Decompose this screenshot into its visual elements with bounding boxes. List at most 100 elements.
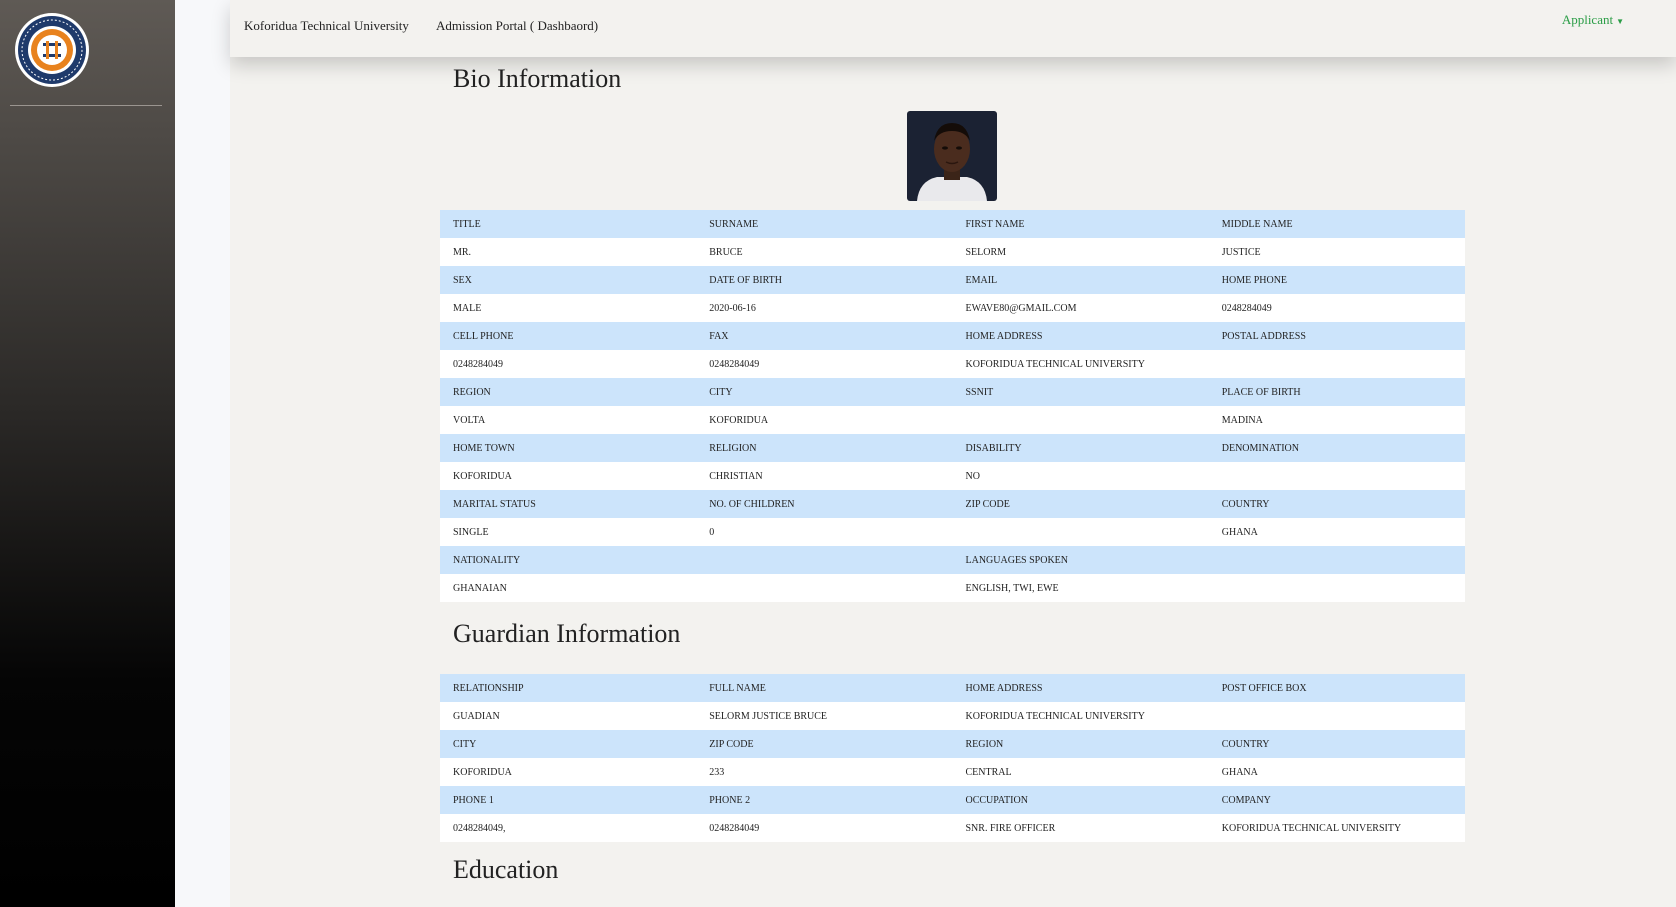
field-label: HOME ADDRESS	[952, 674, 1209, 702]
university-logo[interactable]	[14, 12, 90, 88]
field-label: COMPANY	[1208, 786, 1465, 814]
brand-link[interactable]: Koforidua Technical University	[244, 18, 409, 34]
field-value: MR.	[440, 238, 697, 266]
table-row: MALE 2020-06-16 EWAVE80@GMAIL.COM 024828404…	[440, 294, 1465, 322]
field-value: 233	[696, 758, 953, 786]
field-label: REGION	[440, 378, 697, 406]
chevron-down-icon: ▼	[1616, 16, 1624, 26]
field-label: COUNTRY	[1208, 490, 1465, 518]
field-value	[1208, 702, 1465, 730]
field-value: 0248284049	[440, 350, 697, 378]
main-content: Bio Information TITLE SURNAME FIRST NAME MI…	[230, 57, 1676, 907]
field-label: FIRST NAME	[952, 210, 1209, 238]
field-label: PLACE OF BIRTH	[1208, 378, 1465, 406]
table-header-row: PHONE 1 PHONE 2 OCCUPATION COMPANY	[440, 786, 1465, 814]
field-value: SINGLE	[440, 518, 697, 546]
field-label: CELL PHONE	[440, 322, 697, 350]
field-label: ZIP CODE	[696, 730, 953, 758]
sidebar-gutter	[175, 0, 230, 907]
field-value	[952, 518, 1209, 546]
field-label	[1208, 546, 1465, 574]
field-label: TITLE	[440, 210, 697, 238]
field-label: DISABILITY	[952, 434, 1209, 462]
education-section-title: Education	[453, 855, 559, 884]
table-row: 0248284049 0248284049 KOFORIDUA TECHNICAL …	[440, 350, 1465, 378]
table-header-row: REGION CITY SSNIT PLACE OF BIRTH	[440, 378, 1465, 406]
field-label: EMAIL	[952, 266, 1209, 294]
field-label: MARITAL STATUS	[440, 490, 697, 518]
table-row: GUADIAN SELORM JUSTICE BRUCE KOFORIDUA TEC…	[440, 702, 1465, 730]
field-value	[1208, 350, 1465, 378]
table-row: KOFORIDUA 233 CENTRAL GHANA	[440, 758, 1465, 786]
guardian-information-table: RELATIONSHIP FULL NAME HOME ADDRESS POST OF…	[440, 674, 1465, 842]
field-value: GUADIAN	[440, 702, 697, 730]
field-value: ENGLISH, TWI, EWE	[952, 574, 1209, 602]
table-header-row: CELL PHONE FAX HOME ADDRESS POSTAL ADDRESS	[440, 322, 1465, 350]
field-value: KOFORIDUA TECHNICAL UNIVERSITY	[1208, 814, 1465, 842]
field-value: VOLTA	[440, 406, 697, 434]
field-value: NO	[952, 462, 1209, 490]
field-label: NO. OF CHILDREN	[696, 490, 953, 518]
field-label: HOME TOWN	[440, 434, 697, 462]
field-value: KOFORIDUA TECHNICAL UNIVERSITY	[952, 350, 1209, 378]
field-value: 0248284049,	[440, 814, 697, 842]
table-row: KOFORIDUA CHRISTIAN NO	[440, 462, 1465, 490]
field-value	[696, 574, 953, 602]
bio-section-title: Bio Information	[453, 64, 622, 93]
field-label: HOME PHONE	[1208, 266, 1465, 294]
field-label: RELIGION	[696, 434, 953, 462]
field-label: LANGUAGES SPOKEN	[952, 546, 1209, 574]
field-value	[1208, 462, 1465, 490]
field-label: CITY	[696, 378, 953, 406]
table-header-row: SEX DATE OF BIRTH EMAIL HOME PHONE	[440, 266, 1465, 294]
field-value: GHANAIAN	[440, 574, 697, 602]
field-label: ZIP CODE	[952, 490, 1209, 518]
table-row: SINGLE 0 GHANA	[440, 518, 1465, 546]
field-label: OCCUPATION	[952, 786, 1209, 814]
field-value: MADINA	[1208, 406, 1465, 434]
field-label: CITY	[440, 730, 697, 758]
guardian-table-body: RELATIONSHIP FULL NAME HOME ADDRESS POST OF…	[440, 674, 1465, 842]
field-label: MIDDLE NAME	[1208, 210, 1465, 238]
table-header-row: RELATIONSHIP FULL NAME HOME ADDRESS POST OF…	[440, 674, 1465, 702]
field-label: FAX	[696, 322, 953, 350]
table-row: GHANAIAN ENGLISH, TWI, EWE	[440, 574, 1465, 602]
applicant-label: Applicant	[1561, 12, 1614, 27]
field-value: GHANA	[1208, 518, 1465, 546]
field-label: NATIONALITY	[440, 546, 697, 574]
field-label: SEX	[440, 266, 697, 294]
field-label: DENOMINATION	[1208, 434, 1465, 462]
field-label: RELATIONSHIP	[440, 674, 697, 702]
field-label: COUNTRY	[1208, 730, 1465, 758]
field-label: SSNIT	[952, 378, 1209, 406]
portal-dashboard-link[interactable]: Admission Portal ( Dashbaord)	[436, 18, 598, 34]
field-value: 0248284049	[696, 350, 953, 378]
table-header-row: TITLE SURNAME FIRST NAME MIDDLE NAME	[440, 210, 1465, 238]
applicant-photo	[907, 111, 997, 201]
field-label	[696, 546, 953, 574]
field-label: FULL NAME	[696, 674, 953, 702]
field-value: SELORM JUSTICE BRUCE	[696, 702, 953, 730]
field-value: KOFORIDUA	[696, 406, 953, 434]
applicant-dropdown[interactable]: Applicant ▼	[1562, 12, 1624, 28]
field-value: MALE	[440, 294, 697, 322]
table-header-row: CITY ZIP CODE REGION COUNTRY	[440, 730, 1465, 758]
field-label: REGION	[952, 730, 1209, 758]
table-row: 0248284049, 0248284049 SNR. FIRE OFFICER KO…	[440, 814, 1465, 842]
table-row: VOLTA KOFORIDUA MADINA	[440, 406, 1465, 434]
field-value: 2020-06-16	[696, 294, 953, 322]
field-label: PHONE 1	[440, 786, 697, 814]
table-header-row: MARITAL STATUS NO. OF CHILDREN ZIP CODE COU…	[440, 490, 1465, 518]
field-value	[1208, 574, 1465, 602]
field-value: 0248284049	[1208, 294, 1465, 322]
field-value	[952, 406, 1209, 434]
bio-information-table: TITLE SURNAME FIRST NAME MIDDLE NAME MR. BRUC…	[440, 210, 1465, 602]
field-value: 0248284049	[696, 814, 953, 842]
bio-table-body: TITLE SURNAME FIRST NAME MIDDLE NAME MR. BRUC…	[440, 210, 1465, 602]
field-value: SNR. FIRE OFFICER	[952, 814, 1209, 842]
table-header-row: HOME TOWN RELIGION DISABILITY DENOMINATION	[440, 434, 1465, 462]
field-value: CHRISTIAN	[696, 462, 953, 490]
field-value: 0	[696, 518, 953, 546]
field-value: JUSTICE	[1208, 238, 1465, 266]
table-row: MR. BRUCE SELORM JUSTICE	[440, 238, 1465, 266]
